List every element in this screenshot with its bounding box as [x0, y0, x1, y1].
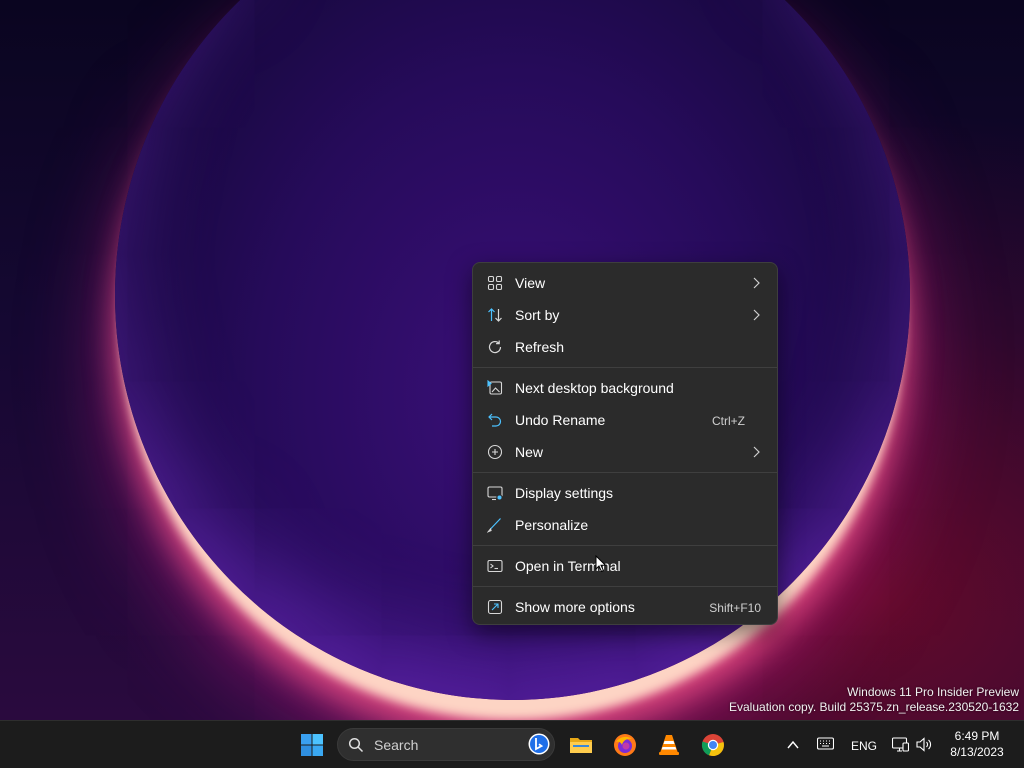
menu-item-new[interactable]: New [477, 437, 773, 467]
menu-item-show-more-options[interactable]: Show more options Shift+F10 [477, 592, 773, 622]
menu-item-personalize[interactable]: Personalize [477, 510, 773, 540]
more-options-icon [487, 599, 503, 615]
menu-separator [473, 472, 777, 473]
menu-item-display-settings[interactable]: Display settings [477, 478, 773, 508]
taskbar: Search ENG 6:49 PM 8/13/2023 [0, 720, 1024, 768]
taskbar-search-box[interactable]: Search [337, 728, 555, 761]
menu-separator [473, 586, 777, 587]
shortcut-text: Shift+F10 [709, 601, 761, 615]
folder-icon [570, 738, 592, 753]
refresh-icon [488, 340, 502, 354]
mouse-cursor-icon [595, 555, 607, 573]
menu-item-label: New [515, 444, 544, 460]
menu-item-refresh[interactable]: Refresh [477, 332, 773, 362]
volume-icon[interactable] [916, 737, 933, 752]
menu-item-open-terminal[interactable]: Open in Terminal [477, 551, 773, 581]
windows-logo-icon [301, 734, 323, 756]
new-plus-icon [487, 444, 503, 460]
chevron-right-icon [753, 446, 760, 458]
clock-date: 8/13/2023 [950, 745, 1004, 759]
menu-item-label: Show more options [515, 599, 635, 615]
desktop-context-menu: View Sort by Refresh Next desktop backgr… [472, 262, 778, 625]
menu-item-label: Personalize [515, 517, 589, 533]
menu-item-undo-rename[interactable]: Undo Rename Ctrl+Z [477, 405, 773, 435]
chevron-right-icon [753, 277, 760, 289]
pen-brush-icon [487, 518, 501, 533]
menu-item-sort-by[interactable]: Sort by [477, 300, 773, 330]
touch-keyboard-icon[interactable] [817, 737, 834, 751]
network-icon[interactable] [892, 737, 909, 752]
chrome-icon [701, 734, 724, 757]
menu-item-label: View [515, 275, 546, 291]
taskbar-file-explorer[interactable] [563, 727, 599, 763]
taskbar-clock[interactable]: 6:49 PM 8/13/2023 [944, 728, 1010, 760]
menu-item-label: Next desktop background [515, 380, 674, 396]
taskbar-chrome[interactable] [695, 727, 731, 763]
chevron-right-icon [753, 309, 760, 321]
menu-item-label: Refresh [515, 339, 565, 355]
taskbar-firefox[interactable] [607, 727, 643, 763]
start-button[interactable] [294, 727, 330, 763]
search-icon [348, 737, 364, 753]
clock-time: 6:49 PM [954, 729, 1000, 743]
sort-icon [488, 308, 502, 322]
vlc-cone-icon [659, 735, 679, 755]
show-hidden-icons-chevron-icon[interactable] [786, 738, 800, 752]
menu-item-label: Display settings [515, 485, 614, 501]
menu-separator [473, 545, 777, 546]
menu-item-view[interactable]: View [477, 268, 773, 298]
menu-separator [473, 367, 777, 368]
build-watermark: Windows 11 Pro Insider Preview Evaluatio… [729, 685, 1019, 715]
shortcut-text: Ctrl+Z [712, 414, 745, 428]
bing-icon [528, 733, 550, 755]
watermark-edition: Windows 11 Pro Insider Preview [847, 685, 1019, 699]
firefox-icon [614, 734, 636, 756]
grid-view-icon [487, 275, 503, 291]
menu-item-next-background[interactable]: Next desktop background [477, 373, 773, 403]
menu-item-label: Undo Rename [515, 412, 606, 428]
watermark-build: Evaluation copy. Build 25375.zn_release.… [729, 700, 1019, 714]
next-background-icon [487, 380, 503, 395]
search-placeholder: Search [374, 737, 419, 753]
terminal-icon [487, 559, 503, 573]
taskbar-vlc[interactable] [651, 727, 687, 763]
menu-item-label: Sort by [515, 307, 560, 323]
input-language-indicator[interactable]: ENG [851, 739, 877, 753]
display-settings-icon [487, 486, 503, 501]
undo-icon [488, 413, 502, 427]
